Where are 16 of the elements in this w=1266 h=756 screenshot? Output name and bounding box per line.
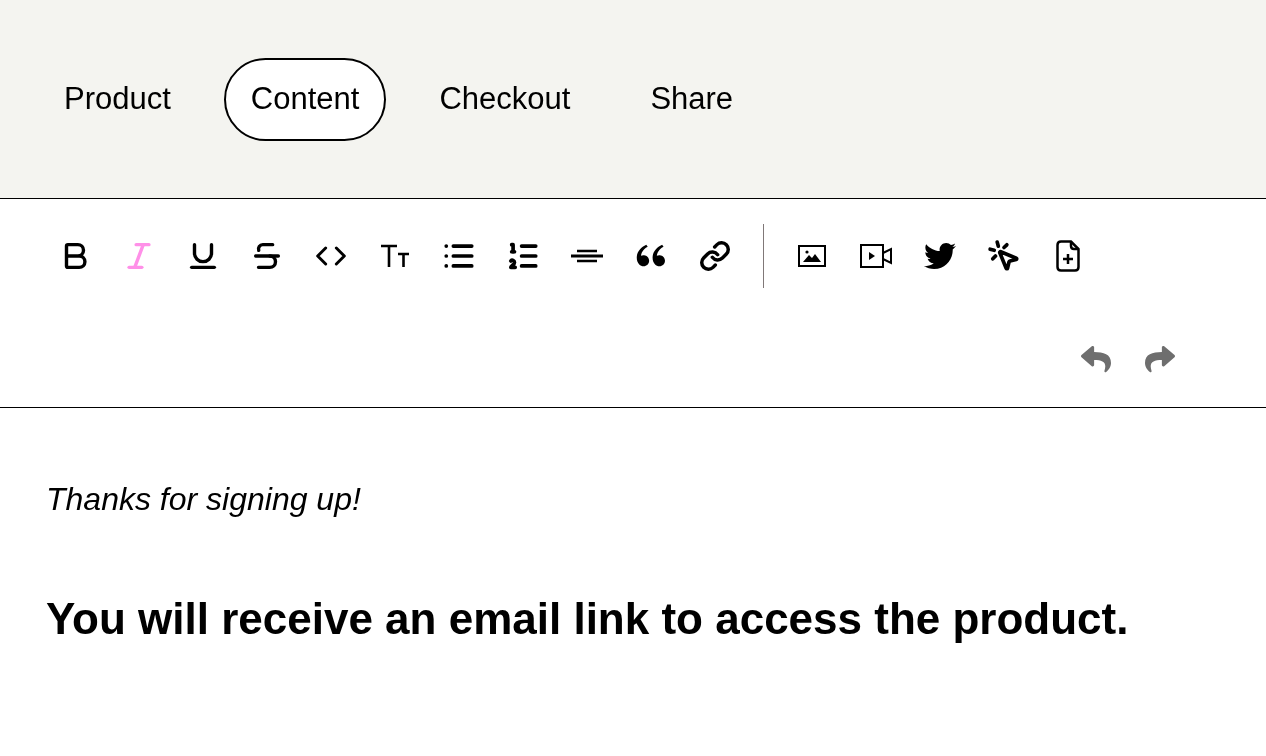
file-plus-icon <box>1056 240 1080 272</box>
tab[interactable]: Content <box>223 57 387 141</box>
body-text: Thanks for signing up! <box>46 480 362 519</box>
bird-icon <box>924 240 956 272</box>
undo-icon <box>1081 344 1111 374</box>
horizontal-rule-icon <box>571 249 603 263</box>
video-icon <box>860 244 892 268</box>
text-size-icon <box>380 244 410 268</box>
link-icon <box>699 240 731 272</box>
tab[interactable]: Checkout <box>412 57 598 141</box>
cursor-click-icon <box>987 239 1021 273</box>
tab[interactable]: Share <box>623 57 761 141</box>
image-icon <box>798 245 826 267</box>
tab[interactable]: Product <box>37 57 198 141</box>
redo-icon <box>1145 344 1175 374</box>
heading-text: You will receive an email link to access the product. <box>46 593 1130 645</box>
